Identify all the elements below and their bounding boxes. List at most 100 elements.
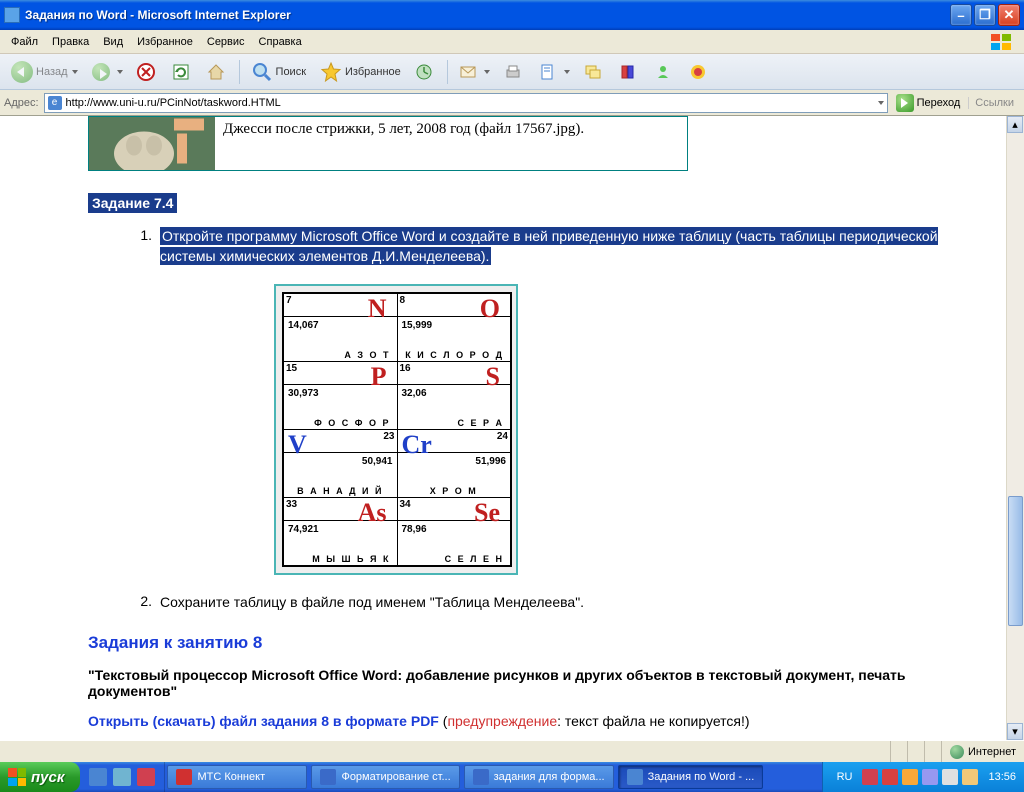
status-pane bbox=[890, 741, 907, 762]
language-indicator[interactable]: RU bbox=[837, 771, 853, 783]
menu-file[interactable]: Файл bbox=[4, 34, 45, 50]
list-item: 1. Откройте программу Microsoft Office W… bbox=[124, 227, 952, 266]
messenger-icon bbox=[654, 63, 672, 81]
status-pane-left bbox=[0, 741, 340, 762]
address-label: Адрес: bbox=[4, 97, 39, 109]
taskbar: пуск МТС КоннектФорматирование ст...зада… bbox=[0, 762, 1024, 792]
print-button[interactable] bbox=[498, 58, 531, 86]
clock[interactable]: 13:56 bbox=[988, 771, 1016, 783]
quick-launch-opera-icon[interactable] bbox=[137, 768, 155, 786]
stop-button[interactable] bbox=[131, 58, 164, 86]
home-button[interactable] bbox=[201, 58, 234, 86]
element-cell: 24 Cr 51,996 Х Р О М bbox=[398, 430, 511, 497]
highlighted-text: Откройте программу Microsoft Office Word… bbox=[160, 227, 938, 265]
discuss-icon bbox=[584, 63, 602, 81]
system-tray: RU 13:56 bbox=[822, 762, 1024, 792]
scroll-down-button[interactable]: ▾ bbox=[1007, 723, 1023, 740]
element-cell: 16 S 32,06 С Е Р А bbox=[398, 362, 511, 429]
url-field-wrap[interactable]: e bbox=[44, 93, 888, 113]
menubar: Файл Правка Вид Избранное Сервис Справка bbox=[0, 30, 1024, 54]
minimize-button[interactable]: – bbox=[950, 4, 972, 26]
chevron-down-icon bbox=[484, 70, 490, 74]
mail-icon bbox=[459, 63, 477, 81]
tray-icon[interactable] bbox=[942, 769, 958, 785]
menu-edit[interactable]: Правка bbox=[45, 34, 96, 50]
status-internet: Интернет bbox=[941, 741, 1024, 762]
forward-button[interactable] bbox=[86, 58, 129, 86]
titlebar: Задания по Word - Microsoft Internet Exp… bbox=[0, 0, 1024, 30]
back-button[interactable]: Назад bbox=[5, 58, 84, 86]
taskbar-item[interactable]: МТС Коннект bbox=[167, 765, 307, 789]
element-cell: 23 V 50,941 В А Н А Д И Й bbox=[284, 430, 397, 497]
search-icon bbox=[251, 61, 273, 83]
menu-help[interactable]: Справка bbox=[252, 34, 309, 50]
element-cell: 8 O 15,999 К И С Л О Р О Д bbox=[398, 294, 511, 361]
antivirus-button[interactable] bbox=[683, 58, 716, 86]
forward-icon bbox=[92, 63, 110, 81]
ie-app-icon bbox=[4, 7, 20, 23]
chevron-down-icon[interactable] bbox=[878, 101, 884, 105]
taskbar-item[interactable]: Задания по Word - ... bbox=[618, 765, 764, 789]
list-item: 2. Сохраните таблицу в файле под именем … bbox=[124, 593, 952, 613]
menu-favorites[interactable]: Избранное bbox=[130, 34, 200, 50]
element-cell: 7 N 14,067 А З О Т bbox=[284, 294, 397, 361]
start-button[interactable]: пуск bbox=[0, 762, 80, 792]
taskbar-item[interactable]: задания для форма... bbox=[464, 765, 614, 789]
pdf-download-line: Открыть (скачать) файл задания 8 в форма… bbox=[88, 713, 952, 729]
toolbar: Назад Поиск Избранное bbox=[0, 54, 1024, 90]
windows-logo-icon bbox=[8, 768, 26, 786]
window-title: Задания по Word - Microsoft Internet Exp… bbox=[25, 8, 948, 22]
edit-icon bbox=[539, 63, 557, 81]
go-button[interactable]: Переход bbox=[892, 92, 965, 114]
close-button[interactable]: ✕ bbox=[998, 4, 1020, 26]
favorites-button[interactable]: Избранное bbox=[314, 58, 407, 86]
scroll-up-button[interactable]: ▴ bbox=[1007, 116, 1023, 133]
refresh-icon bbox=[172, 63, 190, 81]
research-icon bbox=[619, 63, 637, 81]
page-icon: e bbox=[48, 96, 62, 110]
chevron-down-icon bbox=[72, 70, 78, 74]
chevron-down-icon bbox=[117, 70, 123, 74]
element-cell: 33 As 74,921 М Ы Ш Ь Я К bbox=[284, 498, 397, 565]
scroll-thumb[interactable] bbox=[1008, 496, 1023, 626]
quick-launch-ie-icon[interactable] bbox=[89, 768, 107, 786]
vertical-scrollbar[interactable]: ▴ ▾ bbox=[1006, 116, 1024, 740]
globe-icon bbox=[950, 745, 964, 759]
quick-launch-desktop-icon[interactable] bbox=[113, 768, 131, 786]
messenger-button[interactable] bbox=[648, 58, 681, 86]
research-button[interactable] bbox=[613, 58, 646, 86]
content-area: Джесси после стрижки, 5 лет, 2008 год (ф… bbox=[0, 116, 1024, 740]
tray-icon[interactable] bbox=[902, 769, 918, 785]
print-icon bbox=[504, 63, 522, 81]
menu-view[interactable]: Вид bbox=[96, 34, 130, 50]
caption-text: Джесси после стрижки, 5 лет, 2008 год (ф… bbox=[215, 117, 592, 142]
url-input[interactable] bbox=[66, 97, 874, 109]
section-8-desc: "Текстовый процессор Microsoft Office Wo… bbox=[88, 667, 952, 699]
stop-icon bbox=[137, 63, 155, 81]
tray-icon[interactable] bbox=[922, 769, 938, 785]
discuss-button[interactable] bbox=[578, 58, 611, 86]
tray-opera-icon[interactable] bbox=[862, 769, 878, 785]
edit-button[interactable] bbox=[533, 58, 576, 86]
taskbar-item[interactable]: Форматирование ст... bbox=[311, 765, 459, 789]
element-cell: 15 P 30,973 Ф О С Ф О Р bbox=[284, 362, 397, 429]
tray-volume-icon[interactable] bbox=[962, 769, 978, 785]
search-button[interactable]: Поиск bbox=[245, 58, 312, 86]
status-pane bbox=[924, 741, 941, 762]
task-7-4-heading: Задание 7.4 bbox=[88, 193, 177, 213]
links-label[interactable]: Ссылки bbox=[968, 97, 1020, 109]
chevron-down-icon bbox=[564, 70, 570, 74]
tray-ati-icon[interactable] bbox=[882, 769, 898, 785]
maximize-button[interactable]: ❐ bbox=[974, 4, 996, 26]
status-pane bbox=[907, 741, 924, 762]
back-icon bbox=[11, 61, 33, 83]
mail-button[interactable] bbox=[453, 58, 496, 86]
history-button[interactable] bbox=[409, 58, 442, 86]
shield-icon bbox=[689, 63, 707, 81]
pdf-link[interactable]: Открыть (скачать) файл задания 8 в форма… bbox=[88, 713, 439, 729]
table-row: Джесси после стрижки, 5 лет, 2008 год (ф… bbox=[88, 116, 688, 171]
menu-tools[interactable]: Сервис bbox=[200, 34, 252, 50]
periodic-table-figure: 7 N 14,067 А З О Т 8 O 15,999 К И С Л О … bbox=[274, 284, 518, 575]
photo-thumbnail bbox=[89, 117, 215, 170]
refresh-button[interactable] bbox=[166, 58, 199, 86]
